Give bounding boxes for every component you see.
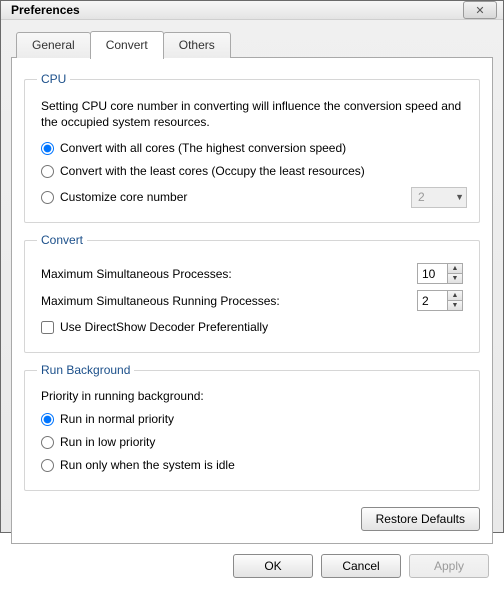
restore-row: Restore Defaults [24,507,480,531]
cpu-radio-all-label[interactable]: Convert with all cores (The highest conv… [60,141,346,155]
directshow-row: Use DirectShow Decoder Preferentially [41,317,467,337]
tabpage-convert: CPU Setting CPU core number in convertin… [11,57,493,544]
cpu-option-custom-row: Customize core number 2 ▼ [37,184,467,210]
runbg-radio-idle[interactable] [41,459,54,472]
cpu-description: Setting CPU core number in converting wi… [41,98,467,130]
ok-button[interactable]: OK [233,554,313,578]
cpu-radio-all[interactable] [41,142,54,155]
runbg-radio-low[interactable] [41,436,54,449]
max-proc-spinner[interactable]: ▲ ▼ [417,263,463,284]
spinner-down-icon[interactable]: ▼ [447,300,463,311]
max-proc-input[interactable] [417,263,447,284]
runbg-radio-normal[interactable] [41,413,54,426]
max-proc-row: Maximum Simultaneous Processes: ▲ ▼ [41,263,463,284]
runbg-radio-idle-label[interactable]: Run only when the system is idle [60,458,235,472]
restore-defaults-button[interactable]: Restore Defaults [361,507,480,531]
group-runbg: Run Background Priority in running backg… [24,363,480,491]
titlebar: Preferences ✕ [1,1,503,20]
cpu-core-combo: 2 ▼ [411,187,467,208]
close-icon: ✕ [475,4,484,17]
runbg-priority-label: Priority in running background: [41,389,467,403]
runbg-normal-row: Run in normal priority [41,409,467,429]
spinner-up-icon[interactable]: ▲ [447,263,463,273]
group-runbg-legend: Run Background [37,363,134,377]
max-run-spinner[interactable]: ▲ ▼ [417,290,463,311]
cpu-radio-custom[interactable] [41,191,54,204]
group-cpu: CPU Setting CPU core number in convertin… [24,72,480,223]
apply-button[interactable]: Apply [409,554,489,578]
cpu-option-least-row: Convert with the least cores (Occupy the… [41,161,467,181]
dialog-button-row: OK Cancel Apply [11,544,493,582]
window-title: Preferences [11,3,463,17]
directshow-checkbox[interactable] [41,321,54,334]
client-area: General Convert Others CPU Setting CPU c… [1,20,503,592]
tab-others[interactable]: Others [163,32,231,58]
max-run-input[interactable] [417,290,447,311]
cpu-core-combo-value: 2 [418,190,425,204]
runbg-radio-normal-label[interactable]: Run in normal priority [60,412,174,426]
runbg-idle-row: Run only when the system is idle [41,455,467,475]
tab-general[interactable]: General [16,32,91,58]
close-button[interactable]: ✕ [463,1,497,19]
runbg-low-row: Run in low priority [41,432,467,452]
directshow-label[interactable]: Use DirectShow Decoder Preferentially [60,320,268,334]
chevron-down-icon: ▼ [455,192,464,202]
max-proc-label: Maximum Simultaneous Processes: [41,267,232,281]
spinner-down-icon[interactable]: ▼ [447,273,463,284]
max-run-label: Maximum Simultaneous Running Processes: [41,294,280,308]
tab-convert[interactable]: Convert [90,31,164,59]
cpu-radio-least[interactable] [41,165,54,178]
tabstrip: General Convert Others [11,30,493,58]
max-run-row: Maximum Simultaneous Running Processes: … [41,290,463,311]
cpu-radio-custom-label[interactable]: Customize core number [60,190,187,204]
group-convert-legend: Convert [37,233,87,247]
cpu-option-all-row: Convert with all cores (The highest conv… [41,138,467,158]
cpu-radio-least-label[interactable]: Convert with the least cores (Occupy the… [60,164,365,178]
cancel-button[interactable]: Cancel [321,554,401,578]
spinner-up-icon[interactable]: ▲ [447,290,463,300]
preferences-window: Preferences ✕ General Convert Others CPU… [0,0,504,533]
group-convert: Convert Maximum Simultaneous Processes: … [24,233,480,353]
group-cpu-legend: CPU [37,72,70,86]
runbg-radio-low-label[interactable]: Run in low priority [60,435,155,449]
